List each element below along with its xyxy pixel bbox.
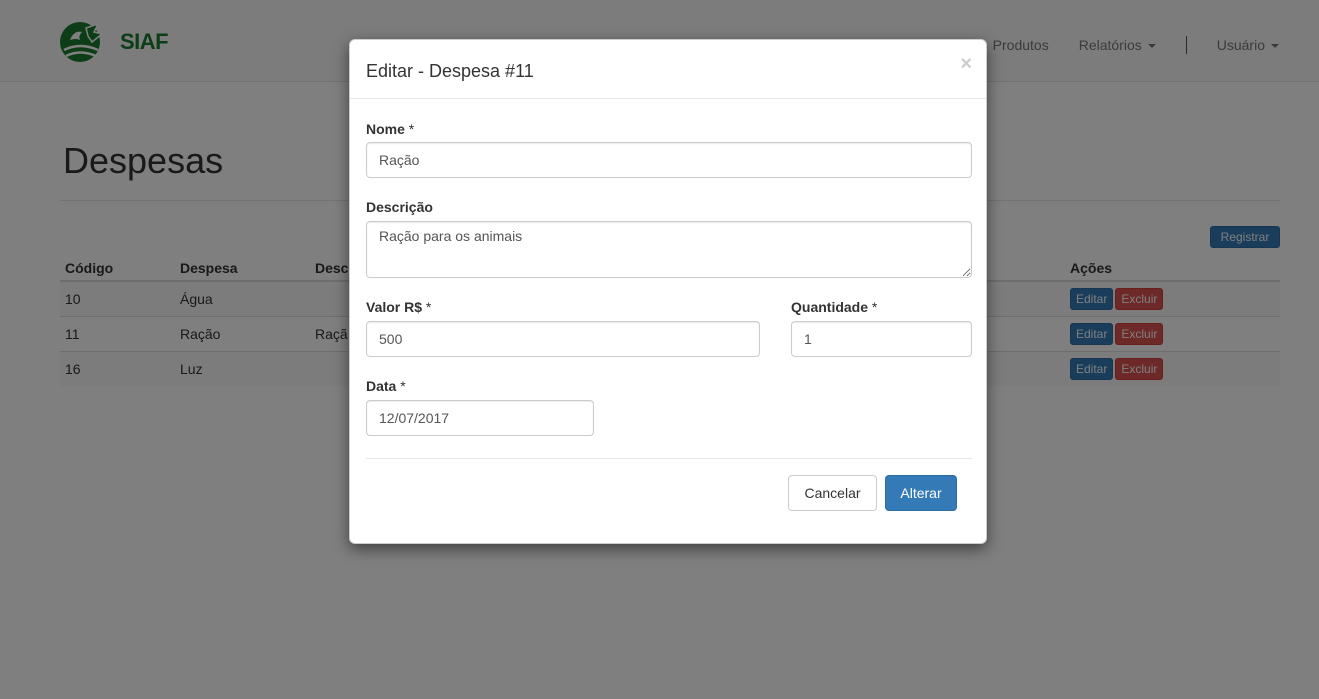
- modal-title: Editar - Despesa #11: [366, 61, 534, 81]
- required-marker: *: [400, 378, 406, 394]
- description-label: Descrição: [366, 199, 433, 215]
- date-label-text: Data: [366, 378, 397, 394]
- value-label-text: Valor R$: [366, 299, 423, 315]
- quantity-label-text: Quantidade: [791, 299, 869, 315]
- required-marker: *: [871, 299, 878, 315]
- name-label-text: Nome: [366, 121, 405, 137]
- cancel-button[interactable]: Cancelar: [788, 475, 877, 511]
- quantity-label: Quantidade *: [791, 299, 877, 315]
- modal-header: Editar - Despesa #11 ×: [350, 40, 986, 99]
- name-label: Nome *: [366, 121, 414, 137]
- modal-footer-divider: [366, 458, 972, 459]
- value-label: Valor R$ *: [366, 299, 431, 315]
- edit-expense-modal: Editar - Despesa #11 × Nome * Descrição …: [349, 39, 987, 544]
- date-label: Data *: [366, 378, 406, 394]
- name-input[interactable]: [366, 142, 972, 178]
- close-icon[interactable]: ×: [960, 54, 972, 74]
- value-input[interactable]: [366, 321, 760, 357]
- description-textarea[interactable]: Ração para os animais: [366, 221, 972, 278]
- date-input[interactable]: [366, 400, 594, 436]
- required-marker: *: [408, 121, 415, 137]
- submit-button[interactable]: Alterar: [885, 475, 957, 511]
- quantity-input[interactable]: [791, 321, 972, 357]
- required-marker: *: [425, 299, 432, 315]
